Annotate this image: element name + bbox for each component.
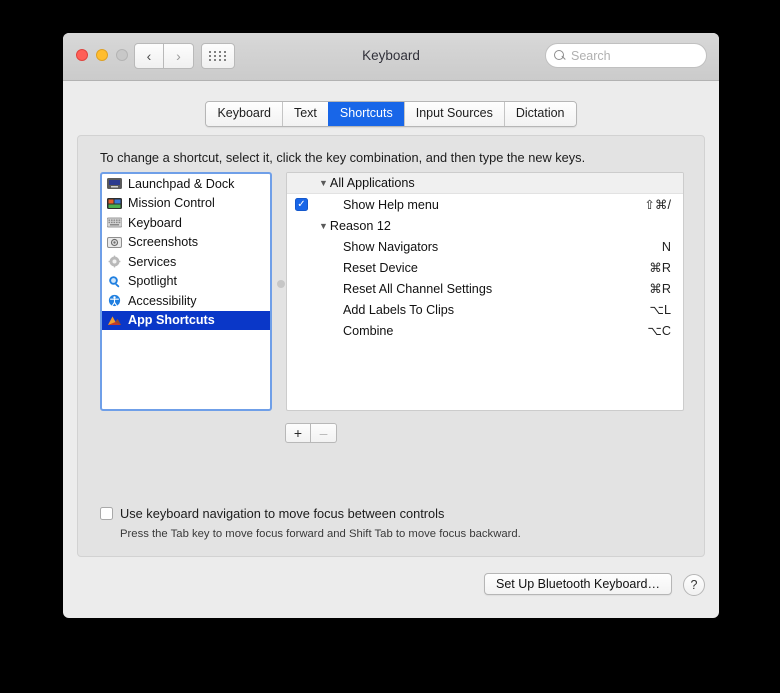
spotlight-icon xyxy=(107,275,122,288)
list-edit-buttons: + – xyxy=(285,423,337,443)
tab-shortcuts[interactable]: Shortcuts xyxy=(327,102,404,126)
shortcut-group-name: All Applications xyxy=(329,176,415,190)
shortcut-row[interactable]: ✓ Show Help menu ⇧⌘/ xyxy=(287,194,683,215)
keyboard-navigation-label: Use keyboard navigation to move focus be… xyxy=(120,506,445,521)
shortcut-category-list[interactable]: Launchpad & Dock Mission Control Keyboard S… xyxy=(100,172,272,411)
services-gear-icon xyxy=(107,255,122,268)
category-label: Launchpad & Dock xyxy=(128,176,235,191)
category-label: Screenshots xyxy=(128,235,199,250)
shortcut-key-combination[interactable]: ⌘R xyxy=(649,281,671,296)
accessibility-icon xyxy=(107,294,122,307)
search-placeholder: Search xyxy=(571,48,611,63)
shortcut-key-combination[interactable]: ⌥L xyxy=(649,302,671,317)
search-icon xyxy=(554,49,566,62)
shortcut-key-combination[interactable]: N xyxy=(662,240,671,254)
category-row-keyboard[interactable]: Keyboard xyxy=(102,213,270,233)
tab-keyboard[interactable]: Keyboard xyxy=(206,102,282,126)
shortcuts-pane: To change a shortcut, select it, click t… xyxy=(77,135,705,557)
shortcut-items-list[interactable]: ▼ All Applications ✓ Show Help menu ⇧⌘/▼ Reas… xyxy=(286,172,684,411)
checkbox-box[interactable] xyxy=(100,507,113,520)
tab-bar: Keyboard Text Shortcuts Input Sources Dictat… xyxy=(63,101,719,127)
category-row-screenshots[interactable]: Screenshots xyxy=(102,233,270,253)
minus-icon: – xyxy=(319,425,328,441)
category-row-launchpad-dock[interactable]: Launchpad & Dock xyxy=(102,174,270,194)
shortcut-row[interactable]: Reset All Channel Settings ⌘R xyxy=(287,278,683,299)
category-label: Mission Control xyxy=(128,196,215,211)
keyboard-navigation-note: Press the Tab key to move focus forward … xyxy=(120,528,521,540)
question-mark-icon: ? xyxy=(690,578,698,592)
shortcut-group-header[interactable]: ▼ All Applications xyxy=(287,173,683,194)
shortcut-key-combination[interactable]: ⌘R xyxy=(649,260,671,275)
category-row-app-shortcuts[interactable]: App Shortcuts xyxy=(102,310,270,330)
window-titlebar: ‹ › Keyboard Search xyxy=(63,33,719,81)
add-shortcut-button[interactable]: + xyxy=(285,423,311,443)
search-field[interactable]: Search xyxy=(545,43,707,68)
disclosure-triangle-down-icon[interactable]: ▼ xyxy=(319,221,328,231)
shortcut-enabled-checkbox[interactable]: ✓ xyxy=(295,198,308,211)
shortcut-row[interactable]: Combine ⌥C xyxy=(287,320,683,341)
shortcut-label: Add Labels To Clips xyxy=(343,302,455,317)
shortcut-label: Reset Device xyxy=(343,260,418,275)
category-label: App Shortcuts xyxy=(128,313,215,328)
remove-shortcut-button[interactable]: – xyxy=(311,423,337,443)
keyboard-preferences-window: ‹ › Keyboard Search Keyboard Text Shortcut… xyxy=(63,33,719,618)
category-label: Spotlight xyxy=(128,274,178,289)
setup-bluetooth-keyboard-button[interactable]: Set Up Bluetooth Keyboard… xyxy=(484,573,672,595)
instruction-text: To change a shortcut, select it, click t… xyxy=(100,150,586,165)
shortcut-key-combination[interactable]: ⇧⌘/ xyxy=(644,197,671,212)
shortcut-label: Combine xyxy=(343,323,394,338)
app-shortcuts-icon xyxy=(107,314,122,327)
shortcut-row[interactable]: Show Navigators N xyxy=(287,236,683,257)
help-button[interactable]: ? xyxy=(683,574,705,596)
category-row-accessibility[interactable]: Accessibility xyxy=(102,291,270,311)
shortcut-key-combination[interactable]: ⌥C xyxy=(647,323,671,338)
category-label: Keyboard xyxy=(128,215,182,230)
plus-icon: + xyxy=(293,425,303,441)
screenshots-icon xyxy=(107,236,122,249)
category-row-services[interactable]: Services xyxy=(102,252,270,272)
category-row-spotlight[interactable]: Spotlight xyxy=(102,272,270,292)
shortcut-row[interactable]: Add Labels To Clips ⌥L xyxy=(287,299,683,320)
category-label: Services xyxy=(128,254,177,269)
keyboard-icon xyxy=(106,216,123,229)
disclosure-triangle-down-icon[interactable]: ▼ xyxy=(319,178,328,188)
category-row-mission-control[interactable]: Mission Control xyxy=(102,194,270,214)
setup-bluetooth-keyboard-label: Set Up Bluetooth Keyboard… xyxy=(496,577,660,591)
shortcut-label: Show Help menu xyxy=(343,197,439,212)
category-label: Accessibility xyxy=(128,293,197,308)
launchpad-dock-icon xyxy=(107,177,122,190)
split-divider[interactable] xyxy=(276,172,286,411)
shortcut-label: Show Navigators xyxy=(343,239,439,254)
shortcut-group-name: Reason 12 xyxy=(329,218,391,233)
keyboard-navigation-checkbox[interactable]: Use keyboard navigation to move focus be… xyxy=(100,506,444,521)
tab-input-sources[interactable]: Input Sources xyxy=(403,102,504,126)
shortcut-label: Reset All Channel Settings xyxy=(343,281,493,296)
tab-dictation[interactable]: Dictation xyxy=(503,102,576,126)
shortcut-group-header[interactable]: ▼ Reason 12 xyxy=(287,215,683,236)
mission-control-icon xyxy=(107,197,122,210)
shortcut-row[interactable]: Reset Device ⌘R xyxy=(287,257,683,278)
divider-knob[interactable] xyxy=(277,280,285,288)
tab-text[interactable]: Text xyxy=(281,102,328,126)
